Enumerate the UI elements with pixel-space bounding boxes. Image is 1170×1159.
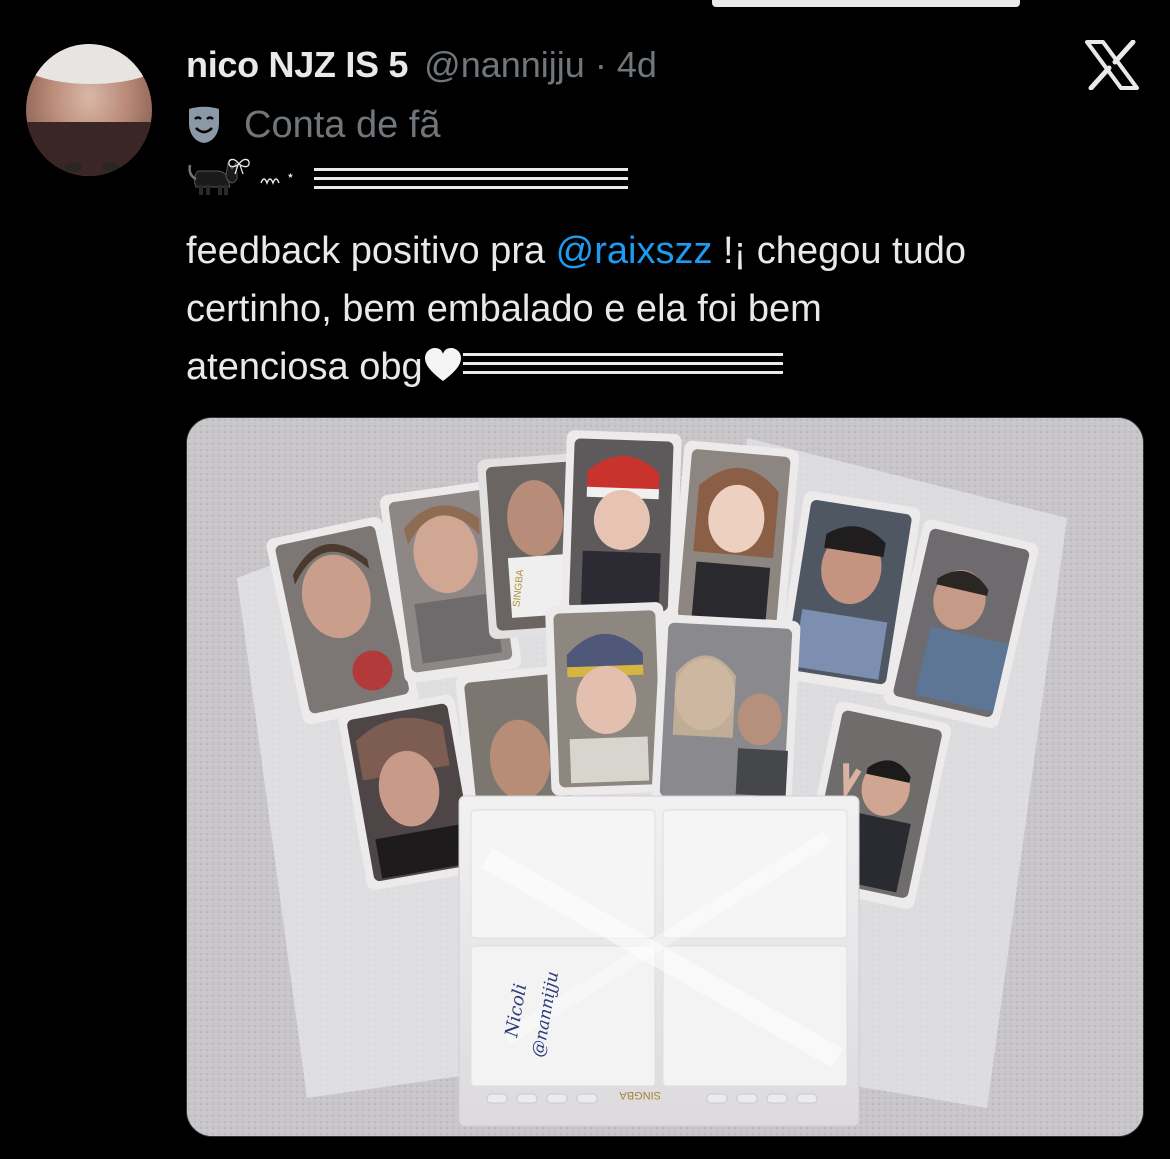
tweet-text-line: feedback positivo pra @raixszz !¡ chegou… [186, 222, 1136, 280]
sparkle-glyph: ⋆ [286, 166, 295, 183]
fan-account-row: Conta de fã [186, 100, 440, 150]
photocard [669, 440, 799, 635]
photo-scene: SINGBA SINGBA Nicoli @nannijju [187, 418, 1143, 1136]
photocard [651, 614, 801, 811]
display-name[interactable]: nico NJZ IS 5 [186, 44, 408, 86]
white-heart-icon [424, 348, 461, 381]
tweet-header: nico NJZ IS 5 @nannijju · 4d [186, 40, 657, 90]
avatar-eye [102, 162, 120, 172]
time-separator: · [594, 44, 607, 85]
status-indicator [712, 0, 1020, 7]
tweet-text-line: atenciosa obg [186, 338, 1136, 396]
bow-icon [228, 158, 250, 175]
photocard [560, 430, 682, 620]
mention-link[interactable]: @raixszz [556, 230, 713, 272]
tweet-text-segment: atenciosa obg [186, 346, 423, 388]
x-logo-icon[interactable] [1083, 40, 1141, 90]
emoji-decoration: ⋆ [186, 150, 295, 200]
decorative-divider [314, 168, 628, 190]
tweet-text-segment: !¡ chegou tudo [712, 230, 966, 272]
tweet-photo[interactable]: SINGBA SINGBA Nicoli @nannijju [186, 417, 1144, 1137]
avatar-eye [64, 162, 82, 172]
avatar[interactable] [26, 44, 152, 176]
avatar-hair [26, 122, 152, 176]
user-handle[interactable]: @nannijju [424, 44, 585, 86]
avatar-pillow [26, 44, 152, 84]
ribbon-swirl-icon [260, 178, 280, 185]
decorative-divider [462, 353, 783, 375]
photocard [545, 602, 670, 796]
tweet-text-segment: feedback positivo pra [186, 230, 556, 272]
fan-account-label: Conta de fã [244, 103, 441, 146]
theater-mask-icon [189, 106, 219, 143]
tweet-text: feedback positivo pra @raixszz !¡ chegou… [186, 222, 1136, 396]
tweet-text-line: certinho, bem embalado e ela foi bem [186, 288, 822, 330]
binder-brand-label: SINGBA [619, 1089, 661, 1101]
tweet-time[interactable]: 4d [617, 44, 657, 86]
front-sleeve: SINGBA Nicoli @nannijju [458, 795, 860, 1127]
